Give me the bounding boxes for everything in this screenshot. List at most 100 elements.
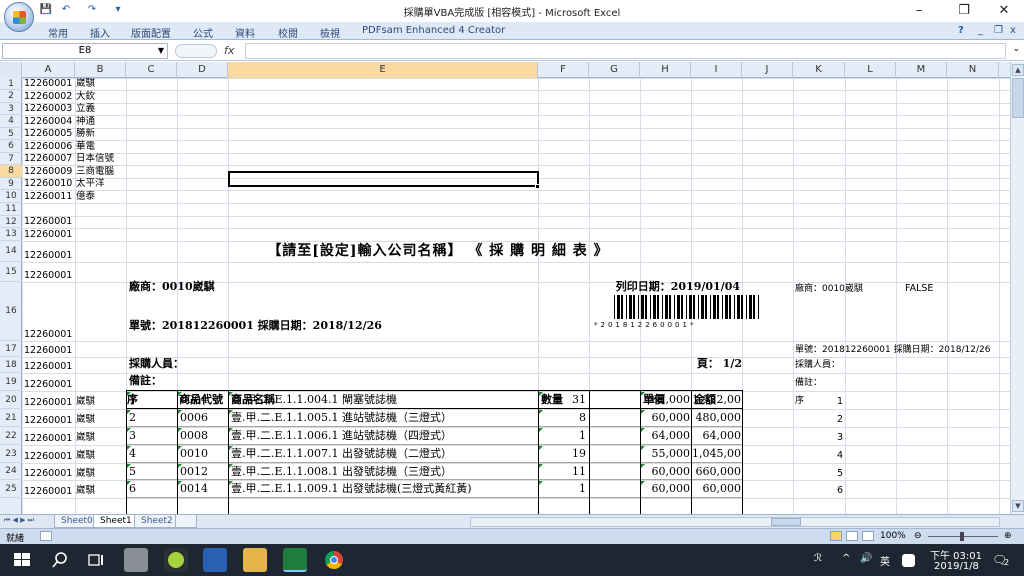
column-header-g[interactable]: G bbox=[589, 62, 640, 78]
line-amount-cell[interactable]: 660,000 bbox=[692, 463, 742, 480]
vendor-name-cell[interactable]: 三商電腦 bbox=[76, 165, 126, 178]
scroll-thumb[interactable] bbox=[1012, 78, 1024, 118]
right-buyer[interactable]: 採購人員： bbox=[795, 358, 895, 372]
column-header-d[interactable]: D bbox=[177, 62, 228, 78]
row-header[interactable]: 17 bbox=[0, 341, 22, 357]
report-print-date[interactable]: 列印日期：2019/01/04 bbox=[560, 279, 740, 295]
vertical-scrollbar[interactable]: ▲ ▼ bbox=[1010, 62, 1024, 514]
formula-input[interactable] bbox=[245, 43, 1006, 59]
zoom-out-icon[interactable]: ⊖ bbox=[914, 531, 922, 541]
select-all-button[interactable] bbox=[0, 62, 22, 78]
excel-app-icon[interactable] bbox=[283, 548, 307, 572]
expand-formula-bar-icon[interactable]: ⌄ bbox=[1012, 44, 1020, 54]
chrome-icon[interactable] bbox=[322, 548, 346, 572]
input-method-icon[interactable] bbox=[902, 554, 915, 567]
row-header[interactable]: 18 bbox=[0, 357, 22, 373]
vendor-name-cell[interactable]: 億泰 bbox=[76, 190, 126, 203]
right-false[interactable]: FALSE bbox=[905, 282, 945, 296]
vendor-name-cell[interactable]: 立義 bbox=[76, 103, 126, 115]
line-amount-cell[interactable]: 480,000 bbox=[692, 409, 742, 427]
vendor-name-cell[interactable]: 日本信號 bbox=[76, 153, 126, 165]
column-header-m[interactable]: M bbox=[896, 62, 947, 78]
page-break-view-icon[interactable] bbox=[862, 531, 874, 541]
insert-sheet-icon[interactable] bbox=[175, 515, 197, 528]
col-a-cell[interactable]: 12260001 bbox=[24, 282, 74, 341]
volume-icon[interactable]: 🔊 bbox=[860, 553, 872, 564]
row-header[interactable]: 7 bbox=[0, 153, 22, 165]
row-header[interactable]: 6 bbox=[0, 140, 22, 153]
row-header[interactable]: 15 bbox=[0, 262, 22, 282]
line-code-cell[interactable]: 0010 bbox=[180, 445, 225, 463]
row-header[interactable]: 20 bbox=[0, 391, 22, 409]
col-a-cell[interactable]: 12260001 bbox=[24, 427, 74, 445]
clock-time[interactable]: 下午 03:01 bbox=[930, 547, 982, 562]
vendor-id-cell[interactable]: 12260005 bbox=[24, 128, 74, 140]
windows-start-icon[interactable] bbox=[10, 548, 34, 572]
col-a-cell[interactable]: 12260001 bbox=[24, 409, 74, 427]
col-a-cell[interactable]: 12260001 bbox=[24, 357, 74, 373]
right-seq-cell[interactable]: 3 bbox=[800, 427, 843, 445]
scroll-up-icon[interactable]: ▲ bbox=[1012, 64, 1024, 76]
column-header-e[interactable]: E bbox=[228, 62, 538, 78]
right-seq-cell[interactable]: 6 bbox=[800, 480, 843, 498]
right-vendor[interactable]: 廠商：0010崴騏 bbox=[795, 282, 905, 296]
line-vendor-cell[interactable]: 崴騏 bbox=[76, 445, 126, 463]
column-header-i[interactable]: I bbox=[691, 62, 742, 78]
ime-indicator[interactable]: 英 bbox=[880, 553, 890, 568]
line-amount-cell[interactable]: 1,922,000 bbox=[692, 391, 741, 409]
column-header-k[interactable]: K bbox=[793, 62, 845, 78]
minimize-button[interactable]: – bbox=[900, 0, 938, 22]
barcode-text[interactable]: *201812260001* bbox=[594, 320, 744, 330]
vendor-name-cell[interactable]: 太平洋 bbox=[76, 178, 126, 190]
line-name-cell[interactable]: 壹.甲.二.E.1.1.006.1 進站號誌機（四燈式） bbox=[231, 427, 536, 445]
row-header[interactable]: 5 bbox=[0, 128, 22, 140]
col-a-cell[interactable]: 12260001 bbox=[24, 241, 74, 262]
page-layout-view-icon[interactable] bbox=[846, 531, 858, 541]
row-header[interactable]: 24 bbox=[0, 463, 22, 480]
calculator-icon[interactable] bbox=[124, 548, 148, 572]
tab-view[interactable]: 檢視 bbox=[320, 25, 340, 40]
vendor-id-cell[interactable]: 12260009 bbox=[24, 165, 74, 178]
right-order[interactable]: 單號：201812260001 採購日期：2018/12/26 bbox=[795, 343, 1010, 357]
col-a-cell[interactable]: 12260001 bbox=[24, 262, 74, 282]
report-order-no[interactable]: 單號：201812260001 採購日期：2018/12/26 bbox=[129, 317, 459, 335]
line-amount-cell[interactable]: 1,045,000 bbox=[692, 445, 741, 463]
sheet-nav-icons[interactable]: ⏮ ◀ ▶ ⏭ bbox=[4, 516, 34, 525]
row-header[interactable]: 1 bbox=[0, 78, 22, 90]
tab-review[interactable]: 校閱 bbox=[278, 25, 298, 40]
tab-formulas[interactable]: 公式 bbox=[193, 25, 213, 40]
line-name-cell[interactable]: 壹.甲.二.E.1.1.004.1 閘塞號誌機 bbox=[231, 391, 536, 409]
line-price-cell[interactable]: 64,000 bbox=[641, 427, 691, 445]
line-seq-cell[interactable]: 5 bbox=[129, 463, 174, 480]
row-header[interactable]: 25 bbox=[0, 480, 22, 498]
help-icon[interactable]: ? bbox=[958, 25, 964, 36]
row-header[interactable]: 10 bbox=[0, 190, 22, 203]
line-name-cell[interactable]: 壹.甲.二.E.1.1.007.1 出發號誌機（二燈式） bbox=[231, 445, 536, 463]
line-qty-cell[interactable]: 19 bbox=[541, 445, 586, 463]
tab-home[interactable]: 常用 bbox=[48, 25, 68, 40]
column-header-c[interactable]: C bbox=[126, 62, 177, 78]
close-button[interactable]: ✕ bbox=[985, 0, 1023, 22]
row-header[interactable]: 19 bbox=[0, 373, 22, 391]
vendor-id-cell[interactable]: 12260001 bbox=[24, 78, 74, 90]
sheet-tab-sheet1[interactable]: Sheet1 bbox=[93, 515, 139, 528]
scroll-down-icon[interactable]: ▼ bbox=[1012, 500, 1024, 512]
vendor-name-cell[interactable]: 華電 bbox=[76, 140, 126, 153]
col-a-cell[interactable]: 12260001 bbox=[24, 228, 74, 241]
vendor-name-cell[interactable]: 崴騏 bbox=[76, 78, 126, 90]
row-header[interactable]: 21 bbox=[0, 409, 22, 427]
line-seq-cell[interactable]: 4 bbox=[129, 445, 174, 463]
right-seq-cell[interactable]: 5 bbox=[800, 463, 843, 480]
column-header-n[interactable]: N bbox=[947, 62, 999, 78]
line-price-cell[interactable]: 60,000 bbox=[641, 409, 691, 427]
right-seq-cell[interactable]: 2 bbox=[800, 409, 843, 427]
vendor-id-cell[interactable]: 12260007 bbox=[24, 153, 74, 165]
row-header[interactable]: 2 bbox=[0, 90, 22, 103]
vendor-name-cell[interactable]: 大欽 bbox=[76, 90, 126, 103]
clock-date[interactable]: 2019/1/8 bbox=[934, 561, 979, 572]
right-remarks[interactable]: 備註： bbox=[795, 376, 895, 390]
line-seq-cell[interactable]: 1 bbox=[129, 391, 174, 409]
fill-handle[interactable] bbox=[535, 184, 540, 189]
vendor-id-cell[interactable]: 12260011 bbox=[24, 190, 74, 203]
macro-record-icon[interactable] bbox=[40, 531, 52, 541]
